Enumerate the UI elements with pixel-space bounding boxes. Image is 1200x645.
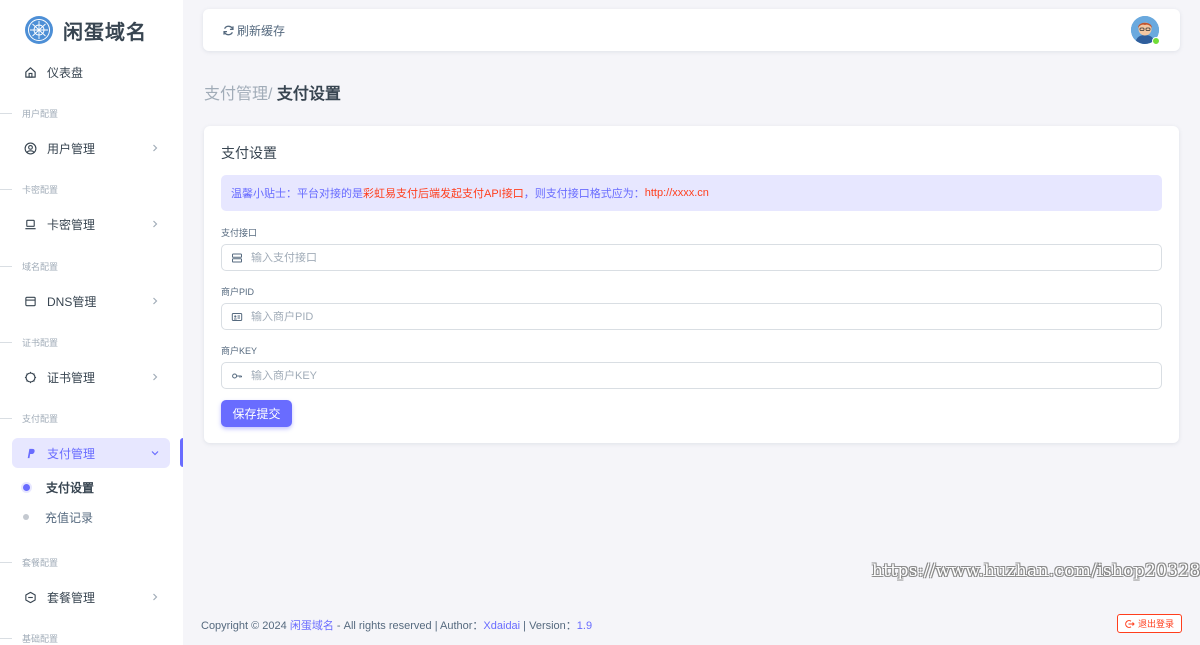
footer-rights: - All rights reserved | Author：: [333, 620, 484, 632]
watermark: https://www.huzhan.com/ishop20328: [872, 561, 1200, 581]
sidebar-item-pay[interactable]: 支付管理: [12, 438, 170, 468]
footer-site-link[interactable]: 闲蛋域名: [290, 620, 334, 632]
save-submit-button[interactable]: 保存提交: [221, 400, 292, 427]
sidebar-item-label: 仪表盘: [47, 65, 84, 80]
logout-button[interactable]: 退出登录: [1117, 614, 1182, 633]
menu-header-user: 用户配置: [0, 106, 183, 120]
key-icon: [231, 370, 243, 382]
bullet-icon: [23, 514, 29, 520]
key-input[interactable]: [251, 369, 1131, 382]
alert-url: http://xxxx.cn: [644, 187, 709, 199]
api-input[interactable]: [251, 251, 1131, 264]
chevron-down-icon: [151, 451, 159, 456]
pid-field[interactable]: [221, 303, 1162, 330]
laptop-icon: [23, 217, 37, 231]
sidebar-subitem-label: 充值记录: [45, 510, 94, 525]
logout-icon: [1125, 619, 1135, 628]
page-title: 支付设置: [276, 86, 341, 103]
sidebar-item-dashboard[interactable]: 仪表盘: [12, 57, 170, 87]
active-indicator: [180, 438, 183, 467]
refresh-label: 刷新缓存: [237, 23, 286, 38]
sidebar: 闲蛋域名 仪表盘 用户配置 用户管理 卡密配置 卡密管理 域名配置 DNS管理 …: [0, 0, 183, 645]
sidebar-item-user[interactable]: 用户管理: [12, 133, 170, 163]
menu-header-pay: 支付配置: [0, 411, 183, 425]
key-field[interactable]: [221, 362, 1162, 389]
sidebar-item-dns[interactable]: DNS管理: [12, 286, 170, 316]
badge-icon: [23, 370, 37, 384]
top-navbar: 刷新缓存: [203, 9, 1180, 51]
home-icon: [23, 65, 37, 79]
menu-header-plan: 套餐配置: [0, 555, 183, 569]
brand[interactable]: 闲蛋域名: [0, 0, 183, 60]
package-icon: [23, 590, 37, 604]
sidebar-item-label: 支付管理: [47, 446, 96, 461]
breadcrumb: 支付管理/ 支付设置: [204, 80, 341, 104]
footer-copyright: Copyright © 2024: [201, 620, 290, 632]
chevron-right-icon: [153, 144, 158, 152]
breadcrumb-parent[interactable]: 支付管理/: [204, 86, 272, 103]
id-card-icon: [231, 311, 243, 323]
sidebar-subitem-pay-settings[interactable]: 支付设置: [23, 477, 94, 497]
sidebar-item-plan[interactable]: 套餐管理: [12, 582, 170, 612]
sidebar-item-label: 卡密管理: [47, 217, 96, 232]
bullet-icon: [23, 483, 30, 491]
alert-prefix: 温馨小贴士：平台对接的是: [231, 188, 363, 200]
pid-label: 商户PID: [221, 287, 255, 297]
avatar[interactable]: [1131, 16, 1160, 45]
menu-header-cert: 证书配置: [0, 335, 183, 349]
chevron-right-icon: [153, 297, 158, 305]
footer-version-label: | Version：: [520, 620, 577, 632]
pid-input[interactable]: [251, 310, 1131, 323]
chevron-right-icon: [153, 373, 158, 381]
sidebar-item-label: 证书管理: [47, 370, 96, 385]
logout-label: 退出登录: [1137, 619, 1174, 629]
sidebar-item-card[interactable]: 卡密管理: [12, 209, 170, 239]
footer-version: 1.9: [576, 620, 593, 632]
chevron-right-icon: [153, 220, 158, 228]
online-status-dot: [1152, 37, 1160, 45]
footer: Copyright © 2024 闲蛋域名 - All rights reser…: [201, 617, 592, 633]
alert-middle: ，则支付接口格式应为：: [523, 188, 645, 200]
refresh-icon: [223, 25, 234, 35]
footer-author-link[interactable]: Xdaidai: [483, 620, 520, 632]
card-title: 支付设置: [221, 145, 277, 161]
sidebar-subitem-recharge[interactable]: 充值记录: [23, 507, 93, 527]
refresh-cache-button[interactable]: 刷新缓存: [222, 22, 285, 39]
menu-header-base: 基础配置: [0, 631, 183, 645]
sidebar-subitem-label: 支付设置: [46, 480, 95, 495]
sidebar-item-cert[interactable]: 证书管理: [12, 362, 170, 392]
paypal-icon: [23, 446, 37, 460]
sidebar-item-label: DNS管理: [47, 294, 97, 309]
server-icon: [231, 252, 243, 264]
sidebar-item-label: 用户管理: [47, 141, 96, 156]
menu-header-domain: 域名配置: [0, 259, 183, 273]
sidebar-item-label: 套餐管理: [47, 590, 96, 605]
alert-highlight: 彩虹易支付后端发起支付API接口: [363, 188, 524, 200]
brand-name: 闲蛋域名: [63, 21, 147, 44]
logo-icon: [25, 16, 53, 44]
api-field[interactable]: [221, 244, 1162, 271]
payment-settings-card: 支付设置 温馨小贴士：平台对接的是 彩虹易支付后端发起支付API接口 ，则支付接…: [204, 126, 1179, 443]
chevron-right-icon: [153, 593, 158, 601]
menu-header-card: 卡密配置: [0, 182, 183, 196]
key-label: 商户KEY: [221, 346, 258, 356]
window-icon: [23, 294, 37, 308]
user-circle-icon: [23, 141, 37, 155]
api-label: 支付接口: [221, 228, 258, 238]
tip-alert: 温馨小贴士：平台对接的是 彩虹易支付后端发起支付API接口 ，则支付接口格式应为…: [221, 175, 1162, 211]
